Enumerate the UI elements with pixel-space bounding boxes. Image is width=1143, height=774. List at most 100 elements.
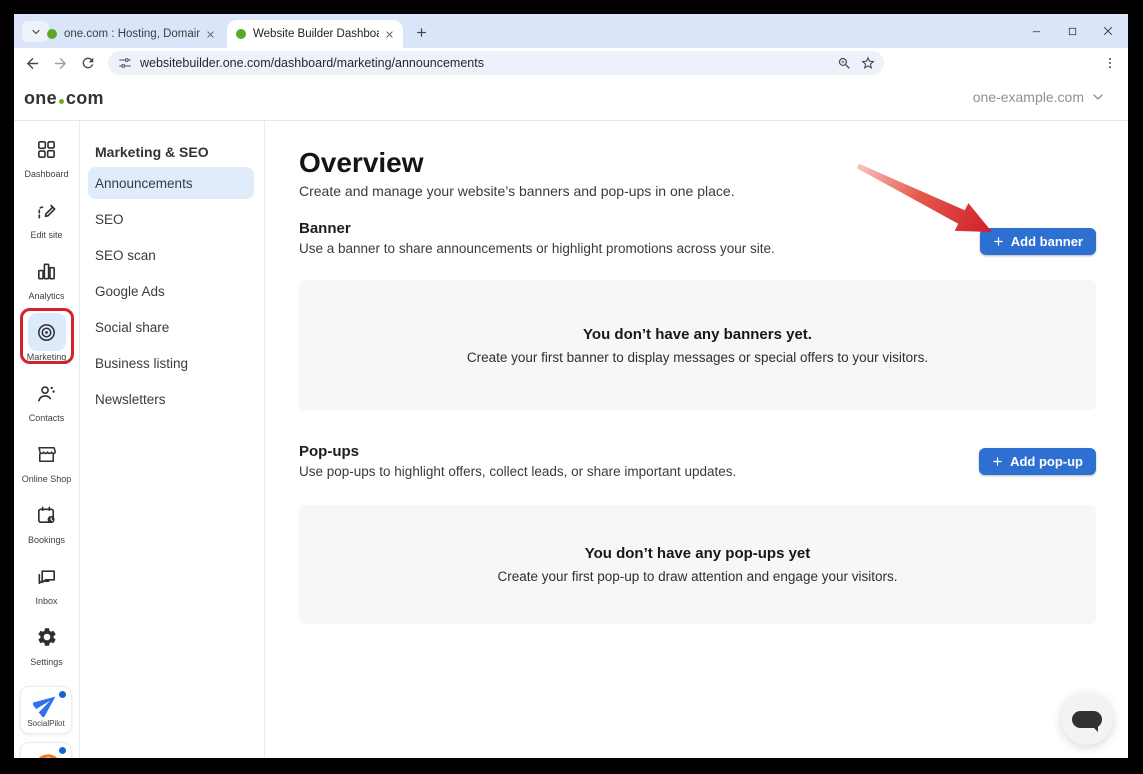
add-popup-button[interactable]: Add pop-up (979, 448, 1096, 475)
three-dots-icon (1103, 56, 1117, 70)
chat-bubble-icon (1072, 711, 1102, 728)
page-title: Overview (299, 147, 424, 179)
domain-selector[interactable]: one-example.com (973, 89, 1106, 105)
app-body: Dashboard Edit site Analytics Marke (14, 121, 1128, 758)
sidebar-item-bookings[interactable]: Bookings (14, 500, 79, 561)
app-card-partial[interactable] (20, 742, 72, 758)
new-tab-button[interactable] (412, 23, 430, 41)
sidebar-item-settings[interactable]: Settings (14, 622, 79, 683)
reload-button[interactable] (78, 53, 98, 73)
url-text: websitebuilder.one.com/dashboard/marketi… (140, 56, 484, 70)
site-info-icon[interactable] (118, 56, 132, 70)
banner-section-description: Use a banner to share announcements or h… (299, 241, 775, 256)
tab-close-icon[interactable] (385, 30, 394, 39)
submenu-item-business-listing[interactable]: Business listing (88, 347, 254, 379)
sidebar-item-label: Contacts (29, 413, 65, 423)
maximize-button[interactable] (1060, 20, 1084, 42)
plus-icon (993, 236, 1004, 247)
maximize-icon (1067, 26, 1078, 37)
sidebar-item-label: Inbox (35, 596, 57, 606)
reload-icon (80, 55, 96, 71)
onecom-logo[interactable]: one com (24, 88, 104, 109)
tab-onecom[interactable]: one.com : Hosting, Domain, Em (38, 20, 224, 48)
chat-icon (28, 557, 66, 595)
tab-website-builder[interactable]: Website Builder Dashboard (227, 20, 403, 48)
button-label: Add pop-up (1010, 454, 1083, 469)
button-label: Add banner (1011, 234, 1083, 249)
submenu-item-social-share[interactable]: Social share (88, 311, 254, 343)
app-header: one com one-example.com (14, 78, 1128, 121)
empty-state-description: Create your first pop-up to draw attenti… (498, 569, 898, 584)
chat-widget-button[interactable] (1061, 693, 1113, 745)
sidebar-item-label: Dashboard (24, 169, 68, 179)
paper-plane-icon (33, 691, 59, 717)
logo-text: one (24, 88, 57, 109)
popups-section-heading: Pop-ups (299, 443, 359, 460)
url-bar[interactable]: websitebuilder.one.com/dashboard/marketi… (108, 51, 884, 75)
add-banner-button[interactable]: Add banner (980, 228, 1096, 255)
forward-button[interactable] (50, 53, 70, 73)
submenu-title: Marketing & SEO (80, 137, 264, 167)
bar-chart-icon (28, 252, 66, 290)
sidebar-item-label: Edit site (30, 230, 62, 240)
tab-title: one.com : Hosting, Domain, Em (64, 28, 200, 40)
tab-strip: one.com : Hosting, Domain, Em Website Bu… (14, 14, 1128, 48)
tab-favicon-icon (236, 29, 246, 39)
person-icon (28, 374, 66, 412)
bookmark-star-icon[interactable] (860, 55, 876, 71)
popups-section-description: Use pop-ups to highlight offers, collect… (299, 464, 736, 479)
back-arrow-icon (24, 55, 41, 72)
sidebar-item-label: Analytics (28, 291, 64, 301)
calendar-clock-icon (28, 496, 66, 534)
main-content: Overview Create and manage your website’… (265, 121, 1128, 758)
icon-sidebar: Dashboard Edit site Analytics Marke (14, 121, 80, 758)
sidebar-item-label: Settings (30, 657, 63, 667)
logo-dot-icon (59, 99, 64, 104)
notification-dot-icon (59, 691, 66, 698)
page-subtitle: Create and manage your website’s banners… (299, 183, 735, 199)
submenu-item-announcements[interactable]: Announcements (88, 167, 254, 199)
sidebar-item-contacts[interactable]: Contacts (14, 378, 79, 439)
tab-close-icon[interactable] (206, 30, 215, 39)
submenu-item-seo-scan[interactable]: SEO scan (88, 239, 254, 271)
submenu-item-google-ads[interactable]: Google Ads (88, 275, 254, 307)
logo-text: com (66, 88, 104, 109)
sidebar-item-label: Online Shop (22, 474, 72, 484)
popups-empty-state: You don’t have any pop-ups yet Create yo… (299, 505, 1096, 624)
plus-icon (992, 456, 1003, 467)
target-icon (28, 313, 66, 351)
sidebar-item-edit-site[interactable]: Edit site (14, 195, 79, 256)
sidebar-item-analytics[interactable]: Analytics (14, 256, 79, 317)
submenu-item-seo[interactable]: SEO (88, 203, 254, 235)
partial-app-icon (34, 747, 58, 758)
browser-window: one.com : Hosting, Domain, Em Website Bu… (14, 14, 1128, 758)
edit-pencil-icon (28, 191, 66, 229)
sidebar-item-online-shop[interactable]: Online Shop (14, 439, 79, 500)
plus-icon (415, 26, 428, 39)
sidebar-item-inbox[interactable]: Inbox (14, 561, 79, 622)
app-card-socialpilot[interactable]: SocialPilot (20, 686, 72, 734)
notification-dot-icon (59, 747, 66, 754)
tab-favicon-icon (47, 29, 57, 39)
minimize-icon (1031, 26, 1042, 37)
sidebar-item-label: Bookings (28, 535, 65, 545)
back-button[interactable] (22, 53, 42, 73)
close-button[interactable] (1096, 20, 1120, 42)
app-card-label: SocialPilot (21, 719, 71, 728)
sidebar-item-marketing[interactable]: Marketing (14, 317, 79, 378)
close-icon (1102, 25, 1114, 37)
banner-section-heading: Banner (299, 220, 351, 237)
zoom-in-icon[interactable] (837, 56, 852, 71)
dashboard-grid-icon (28, 130, 66, 168)
sidebar-item-dashboard[interactable]: Dashboard (14, 134, 79, 195)
empty-state-title: You don’t have any pop-ups yet (585, 545, 811, 562)
domain-name: one-example.com (973, 89, 1084, 105)
minimize-button[interactable] (1024, 20, 1048, 42)
marketing-submenu: Marketing & SEO Announcements SEO SEO sc… (80, 121, 265, 758)
submenu-item-newsletters[interactable]: Newsletters (88, 383, 254, 415)
forward-arrow-icon (52, 55, 69, 72)
chevron-down-icon (1090, 89, 1106, 105)
banner-empty-state: You don’t have any banners yet. Create y… (299, 280, 1096, 410)
empty-state-title: You don’t have any banners yet. (583, 326, 812, 343)
browser-menu-button[interactable] (1100, 53, 1120, 73)
